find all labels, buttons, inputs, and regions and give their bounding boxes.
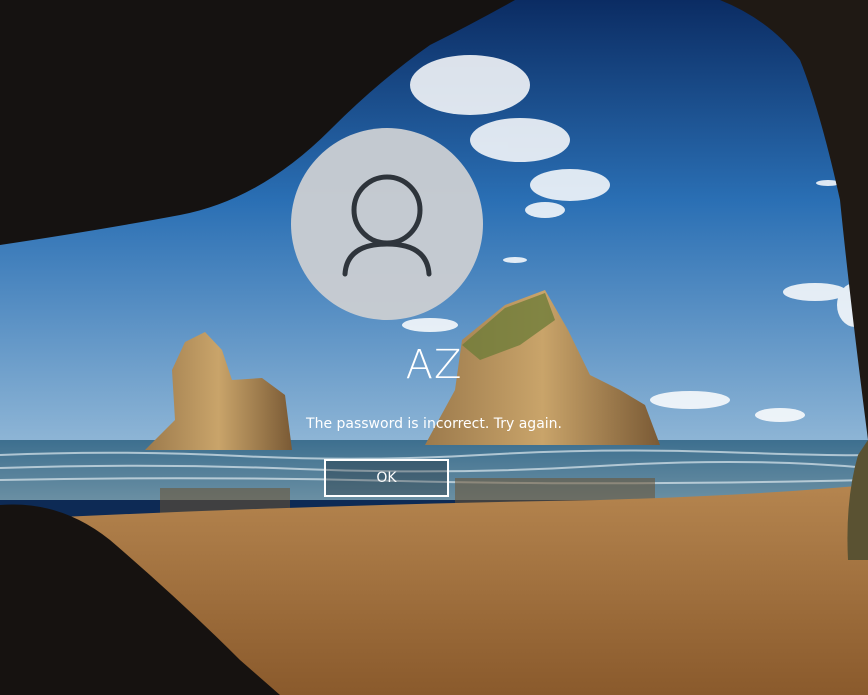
error-message: The password is incorrect. Try again. [306,416,562,432]
username-label: AZ [405,342,463,388]
user-icon [342,174,432,277]
user-avatar [291,128,483,320]
ok-button[interactable]: OK [324,459,449,497]
